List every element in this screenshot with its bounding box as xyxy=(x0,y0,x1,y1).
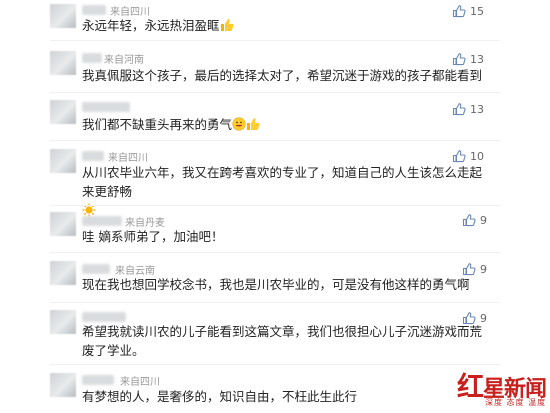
like-button[interactable]: 9 xyxy=(462,213,498,229)
comment-body: 希望我就读川农的儿子能看到这篇文章，我们也很担心儿子沉迷游戏而荒废了学业。 xyxy=(82,324,483,358)
like-button[interactable]: 9 xyxy=(462,262,498,278)
thumbs-up-icon xyxy=(452,103,466,116)
comment-text: 我们都不缺重头再来的勇气 xyxy=(82,115,482,134)
like-count: 10 xyxy=(470,150,484,163)
like-count: 9 xyxy=(480,312,487,325)
avatar[interactable] xyxy=(50,100,76,124)
comment-body: 我真佩服这个孩子，最后的选择太对了，希望沉迷于游戏的孩子都能看到 xyxy=(82,68,483,83)
logo-slogan: 深度 态度 温度 xyxy=(485,398,547,407)
avatar[interactable] xyxy=(50,212,76,236)
comment-text: 我真佩服这个孩子，最后的选择太对了，希望沉迷于游戏的孩子都能看到 xyxy=(82,66,482,85)
divider xyxy=(50,364,500,365)
divider xyxy=(50,140,500,141)
thumbs-up-emoji xyxy=(247,118,260,130)
like-button[interactable]: 10 xyxy=(452,149,488,165)
username-blurred[interactable] xyxy=(82,375,114,385)
like-count: 15 xyxy=(470,5,484,18)
avatar[interactable] xyxy=(50,373,76,397)
grin-emoji xyxy=(232,117,246,131)
comment-text: 有梦想的人，是奢侈的，知识自由，不枉此生此行 xyxy=(82,387,482,406)
thumbs-up-icon xyxy=(462,214,476,227)
location-label: 来自四川 xyxy=(108,153,148,164)
hongxing-news-logo: 红星新闻 深度 态度 温度 xyxy=(455,365,550,413)
avatar[interactable] xyxy=(50,261,76,285)
thumbs-up-icon xyxy=(462,263,476,276)
like-button[interactable]: 15 xyxy=(452,4,488,20)
comment-text: 现在我也想回学校念书，我也是川农毕业的，可是没有他这样的勇气啊 xyxy=(82,275,482,294)
comment-body: 有梦想的人，是奢侈的，知识自由，不枉此生此行 xyxy=(82,389,358,404)
logo-brand-first: 红 xyxy=(457,372,484,403)
thumbs-up-icon xyxy=(452,5,466,18)
like-button[interactable]: 9 xyxy=(462,311,498,327)
like-button[interactable]: 13 xyxy=(452,52,488,68)
avatar[interactable] xyxy=(50,4,76,28)
divider xyxy=(50,92,500,93)
username-blurred[interactable] xyxy=(82,53,102,63)
comment-text: 哇 嫡系师弟了，加油吧！ xyxy=(82,227,482,246)
like-count: 9 xyxy=(480,214,487,227)
comment-body: 哇 嫡系师弟了，加油吧！ xyxy=(82,229,224,244)
avatar[interactable] xyxy=(50,310,76,334)
comment-text: 从川农毕业六年，我又在跨考喜欢的专业了，知道自己的人生该怎么走起来更舒畅 xyxy=(82,163,482,217)
username-blurred[interactable] xyxy=(82,216,122,226)
divider xyxy=(50,302,500,303)
divider xyxy=(50,205,500,206)
thumbs-up-icon xyxy=(452,53,466,66)
divider xyxy=(50,252,500,253)
avatar[interactable] xyxy=(50,149,76,173)
thumbs-up-emoji xyxy=(220,19,234,31)
like-count: 13 xyxy=(470,103,484,116)
comment-body: 现在我也想回学校念书，我也是川农毕业的，可是没有他这样的勇气啊 xyxy=(82,277,470,292)
username-blurred[interactable] xyxy=(82,151,104,161)
location-label: 来自河南 xyxy=(104,55,144,66)
comment-body: 从川农毕业六年，我又在跨考喜欢的专业了，知道自己的人生该怎么走起来更舒畅 xyxy=(82,165,483,199)
like-button[interactable]: 13 xyxy=(452,102,488,118)
comment-body: 永远年轻，永远热泪盈眶 xyxy=(82,18,220,33)
comment-body: 我们都不缺重头再来的勇气 xyxy=(82,117,233,132)
username-blurred[interactable] xyxy=(82,102,130,112)
username-blurred[interactable] xyxy=(82,5,106,15)
username-blurred[interactable] xyxy=(82,312,126,322)
like-count: 9 xyxy=(480,263,487,276)
avatar[interactable] xyxy=(50,51,76,75)
thumbs-up-icon xyxy=(462,312,476,325)
thumbs-up-icon xyxy=(452,150,466,163)
location-label: 来自四川 xyxy=(120,377,160,388)
divider xyxy=(50,40,500,41)
username-blurred[interactable] xyxy=(82,264,110,274)
comment-text: 永远年轻，永远热泪盈眶 xyxy=(82,16,482,35)
like-count: 13 xyxy=(470,53,484,66)
comment-text: 希望我就读川农的儿子能看到这篇文章，我们也很担心儿子沉迷游戏而荒废了学业。 xyxy=(82,322,482,360)
